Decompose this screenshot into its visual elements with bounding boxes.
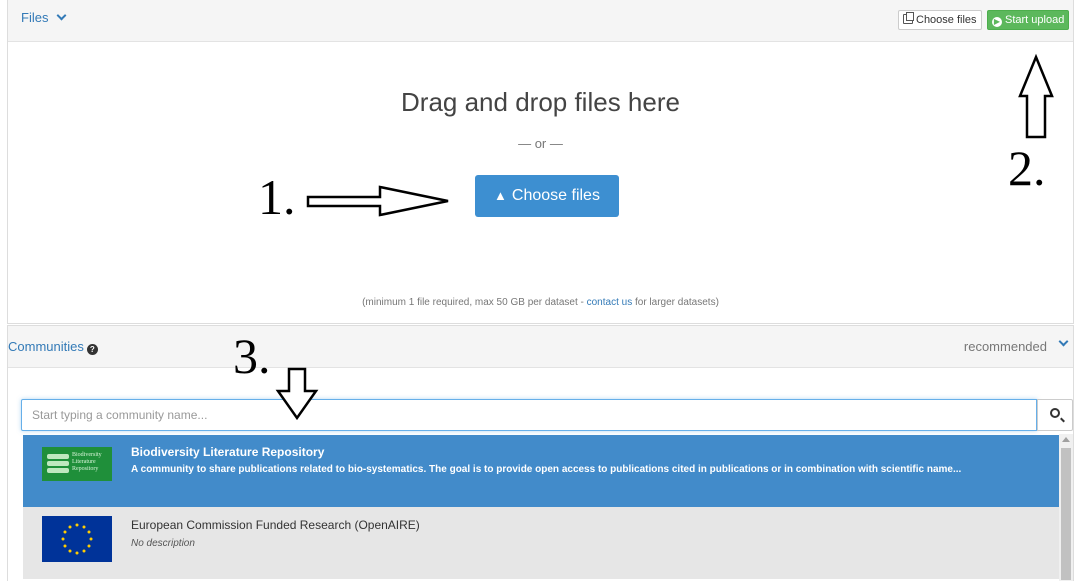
files-header: Files Choose files ▶ Start upload xyxy=(8,0,1073,42)
question-circle-icon[interactable]: ? xyxy=(86,344,98,355)
chevron-down-icon[interactable] xyxy=(1058,336,1069,347)
note-text-after: for larger datasets) xyxy=(632,297,719,308)
chevron-down-icon xyxy=(57,10,67,21)
community-title: European Commission Funded Research (Ope… xyxy=(131,518,420,532)
files-title: Files xyxy=(21,10,49,25)
play-circle-icon: ▶ xyxy=(992,17,1002,27)
drop-zone-title: Drag and drop files here xyxy=(401,87,680,117)
file-requirements-note: (minimum 1 file required, max 50 GB per … xyxy=(8,297,1073,308)
eu-flag-icon xyxy=(61,523,93,555)
community-logo xyxy=(42,516,112,562)
communities-header: Communities? recommended xyxy=(8,326,1073,368)
communities-title-text: Communities xyxy=(8,339,84,354)
note-text-before: (minimum 1 file required, max 50 GB per … xyxy=(362,297,587,308)
recommended-toggle[interactable]: recommended xyxy=(964,339,1047,354)
contact-us-link[interactable]: contact us xyxy=(587,297,633,308)
community-results-list: Biodiversity Literature Repository Biodi… xyxy=(23,434,1059,581)
copy-files-icon xyxy=(903,12,914,24)
start-upload-button[interactable]: ▶ Start upload xyxy=(987,10,1070,30)
community-title: Biodiversity Literature Repository xyxy=(131,445,325,459)
scroll-thumb[interactable] xyxy=(1061,448,1071,580)
choose-files-label: Choose files xyxy=(511,187,600,204)
files-toggle[interactable]: Files xyxy=(21,10,67,25)
communities-panel: Communities? recommended Biodiversity Li… xyxy=(7,325,1074,581)
list-item[interactable]: European Commission Funded Research (Ope… xyxy=(23,507,1059,579)
communities-title: Communities? xyxy=(8,339,98,355)
choose-files-button[interactable]: ▲ Choose files xyxy=(475,175,619,217)
list-scrollbar[interactable] xyxy=(1059,434,1073,581)
files-panel: Files Choose files ▶ Start upload Drag an… xyxy=(7,0,1074,324)
list-item[interactable]: Biodiversity Literature Repository Biodi… xyxy=(23,435,1059,507)
community-logo: Biodiversity Literature Repository xyxy=(42,447,112,481)
search-icon xyxy=(1050,408,1060,418)
books-icon xyxy=(47,454,69,474)
header-choose-files-label: Choose files xyxy=(916,14,977,26)
annotation-step-1: 1. xyxy=(258,169,296,225)
upload-icon: ▲ xyxy=(494,188,507,203)
drop-zone-or: — or — xyxy=(518,136,563,151)
annotation-step-3: 3. xyxy=(233,328,271,384)
community-description: No description xyxy=(131,538,195,549)
annotation-step-2: 2. xyxy=(1008,140,1046,196)
community-logo-text: Biodiversity Literature Repository xyxy=(72,452,102,472)
community-description: A community to share publications relate… xyxy=(131,464,962,475)
community-search-input[interactable] xyxy=(21,399,1037,431)
scroll-up-icon[interactable] xyxy=(1062,437,1070,442)
start-upload-label: Start upload xyxy=(1005,14,1065,26)
header-choose-files-button[interactable]: Choose files xyxy=(898,10,982,30)
search-button[interactable] xyxy=(1037,399,1073,431)
